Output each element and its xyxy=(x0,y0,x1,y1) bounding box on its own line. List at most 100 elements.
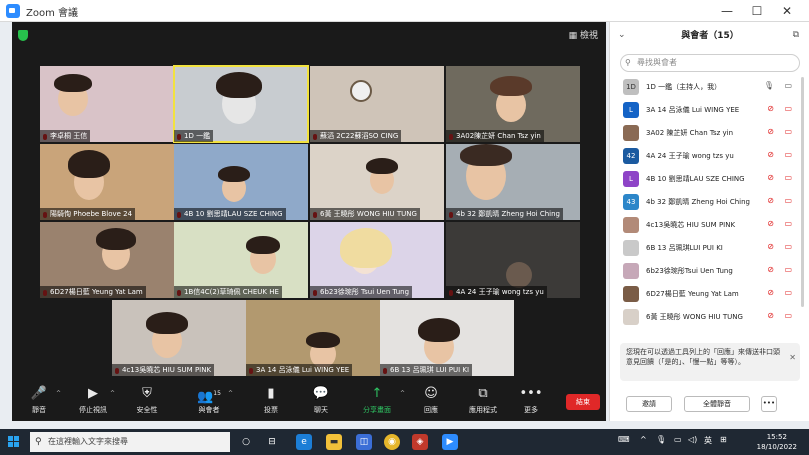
microphone-muted-icon[interactable]: ⊘ xyxy=(767,265,774,274)
close-button[interactable]: ✕ xyxy=(775,2,799,20)
taskbar-search-input[interactable]: ⚲ 在這裡輸入文字來搜尋 xyxy=(30,432,230,452)
microphone-muted-icon[interactable]: ⊘ xyxy=(767,219,774,228)
zoom-logo-icon xyxy=(6,4,20,18)
video-tile[interactable]: 4B 10 劉思靖LAU SZE CHING xyxy=(174,144,308,220)
video-tile[interactable]: 4c13吳曉芯 HIU SUM PINK xyxy=(112,300,246,376)
participant-row[interactable]: 6D27楊日藍 Yeung Yat Lam ⊘ ▭ xyxy=(620,284,796,304)
maximize-button[interactable]: ☐ xyxy=(745,2,769,20)
security-button[interactable]: ⛨ 安全性 xyxy=(124,386,170,419)
keyboard-icon[interactable]: ⌨ xyxy=(618,435,630,444)
microphone-tray-icon[interactable]: 🎙 xyxy=(656,435,666,444)
video-off-icon[interactable]: ▭ xyxy=(784,196,792,205)
media-app-icon[interactable]: ◈ xyxy=(412,434,428,450)
system-clock[interactable]: 15:52 18/10/2022 xyxy=(757,432,797,452)
gallery-view-button[interactable]: ▦ 檢視 xyxy=(569,28,598,41)
participant-row[interactable]: 43 4b 32 鄭凱晴 Zheng Hoi Ching ⊘ ▭ xyxy=(620,192,796,212)
microphone-muted-icon[interactable]: ⊘ xyxy=(767,196,774,205)
video-off-icon[interactable]: ▭ xyxy=(784,173,792,182)
participant-search-input[interactable]: ⚲ 尋找與會者 xyxy=(620,54,800,72)
participants-options-chevron-icon[interactable]: ^ xyxy=(228,390,233,397)
chat-button[interactable]: 💬 聊天 xyxy=(298,386,344,419)
video-tile[interactable]: 1B信4C(2)草琦佩 CHEUK HE xyxy=(174,222,308,298)
encryption-shield-icon[interactable] xyxy=(18,30,28,41)
microphone-muted-icon[interactable]: ⊘ xyxy=(767,288,774,297)
microphone-muted-icon[interactable]: ⊘ xyxy=(767,104,774,113)
video-tile[interactable]: 3A02陳芷妍 Chan Tsz yin xyxy=(446,66,580,142)
video-tile[interactable]: 6D27楊日藍 Yeung Yat Lam xyxy=(40,222,174,298)
invite-button[interactable]: 邀請 xyxy=(626,396,672,412)
microphone-muted-icon[interactable]: ⊘ xyxy=(767,311,774,320)
video-tile[interactable]: 蘇滔 2C22蘇滔SO CING xyxy=(310,66,444,142)
video-tile[interactable]: 6b23徐琬彤 Tsui Uen Tung xyxy=(310,222,444,298)
microphone-muted-icon[interactable]: ⊘ xyxy=(767,173,774,182)
share-screen-button[interactable]: ↑ 分享畫面 xyxy=(354,386,400,419)
store-icon[interactable]: ◫ xyxy=(356,434,372,450)
volume-icon[interactable]: ◁) xyxy=(688,435,697,444)
participant-row[interactable]: 6黃 王曉彤 WONG HIU TUNG ⊘ ▭ xyxy=(620,307,796,327)
avatar: L xyxy=(623,171,639,187)
more-button[interactable]: ••• 更多 xyxy=(508,386,554,419)
participants-button[interactable]: 👥15 與會者 xyxy=(186,386,232,419)
video-tile-active-speaker[interactable]: 1D 一鑑 xyxy=(173,65,309,143)
task-switch-icon[interactable]: ⊟ xyxy=(264,434,280,450)
video-tile[interactable]: 6B 13 呂珮琪 LUI PUI KI xyxy=(380,300,514,376)
zoom-taskbar-icon[interactable]: ▶ xyxy=(442,434,458,450)
participant-row[interactable]: L 3A 14 呂泳儀 Lui WING YEE ⊘ ▭ xyxy=(620,100,796,120)
chat-icon: 💬 xyxy=(312,386,330,401)
participant-row[interactable]: 4c13吳曉芯 HIU SUM PINK ⊘ ▭ xyxy=(620,215,796,235)
video-off-icon[interactable]: ▭ xyxy=(784,127,792,136)
microphone-muted-icon[interactable]: ⊘ xyxy=(767,150,774,159)
participant-row[interactable]: 6b23徐琬彤Tsui Uen Tung ⊘ ▭ xyxy=(620,261,796,281)
polls-button[interactable]: ▮ 投票 xyxy=(248,386,294,419)
participants-scrollbar[interactable] xyxy=(801,77,804,307)
participant-row[interactable]: L 4B 10 劉思靖LAU SZE CHING ⊘ ▭ xyxy=(620,169,796,189)
windows-start-icon[interactable] xyxy=(8,436,20,448)
edge-browser-icon[interactable]: e xyxy=(296,434,312,450)
microphone-muted-icon[interactable]: ⊘ xyxy=(767,242,774,251)
tile-name: 4b 32 鄭凱晴 Zheng Hoi Ching xyxy=(446,208,563,220)
panel-more-button[interactable]: ••• xyxy=(761,396,777,412)
video-off-icon[interactable]: ▭ xyxy=(784,242,792,251)
participant-row[interactable]: 6B 13 呂珮琪LUI PUI KI ⊘ ▭ xyxy=(620,238,796,258)
video-off-icon[interactable]: ▭ xyxy=(784,311,792,320)
gallery-view-label: 檢視 xyxy=(579,31,598,41)
video-tile[interactable]: 4b 32 鄭凱晴 Zheng Hoi Ching xyxy=(446,144,580,220)
video-tile[interactable]: 6黃 王曉彤 WONG HIU TUNG xyxy=(310,144,444,220)
chrome-icon[interactable]: ◉ xyxy=(384,434,400,450)
video-off-icon[interactable]: ▭ xyxy=(784,288,792,297)
apps-button[interactable]: ⧉ 應用程式 xyxy=(460,386,506,419)
reactions-button[interactable]: ☺ 回應 xyxy=(408,386,454,419)
video-off-icon[interactable]: ▭ xyxy=(784,219,792,228)
tray-chevron-icon[interactable]: ^ xyxy=(640,435,647,444)
popout-icon[interactable]: ⧉ xyxy=(793,30,799,40)
file-explorer-icon[interactable]: ▬ xyxy=(326,434,342,450)
audio-options-chevron-icon[interactable]: ^ xyxy=(56,390,61,397)
video-tile[interactable]: 陽騎恂 Phoebe Blove 24 xyxy=(40,144,174,220)
video-off-icon[interactable]: ▭ xyxy=(784,104,792,113)
task-view-icon[interactable]: ○ xyxy=(238,434,254,450)
participant-row[interactable]: 1D 1D 一鑑（主持人，我） 🎙 ▭ xyxy=(620,77,796,97)
minimize-button[interactable]: — xyxy=(715,2,739,20)
input-language[interactable]: 英 xyxy=(704,435,712,446)
tile-name: 4B 10 劉思靖LAU SZE CHING xyxy=(174,208,286,220)
participant-row[interactable]: 3A02 陳芷妍 Chan Tsz yin ⊘ ▭ xyxy=(620,123,796,143)
video-tile[interactable]: 3A 14 呂泳儀 Lui WING YEE xyxy=(246,300,380,376)
mute-all-button[interactable]: 全體靜音 xyxy=(684,396,750,412)
windows-taskbar: ⚲ 在這裡輸入文字來搜尋 ○ ⊟ e ▬ ◫ ◉ ◈ ▶ ⌨ ^ 🎙 ▭ ◁) … xyxy=(0,429,809,455)
participant-row[interactable]: 42 4A 24 王子瑜 wong tzs yu ⊘ ▭ xyxy=(620,146,796,166)
ime-icon[interactable]: ⊞ xyxy=(720,435,727,444)
video-tile[interactable]: 4A 24 王子瑜 wong tzs yu xyxy=(446,222,580,298)
video-camera-icon[interactable]: ▭ xyxy=(784,81,792,90)
participant-name: 6黃 王曉彤 WONG HIU TUNG xyxy=(646,313,743,321)
video-off-icon[interactable]: ▭ xyxy=(784,265,792,274)
microphone-icon[interactable]: 🎙 xyxy=(764,81,774,90)
end-meeting-button[interactable]: 結束 xyxy=(566,394,600,410)
network-icon[interactable]: ▭ xyxy=(674,435,682,444)
participant-name: 6D27楊日藍 Yeung Yat Lam xyxy=(646,290,739,298)
video-options-chevron-icon[interactable]: ^ xyxy=(110,390,115,397)
microphone-muted-icon[interactable]: ⊘ xyxy=(767,127,774,136)
video-off-icon[interactable]: ▭ xyxy=(784,150,792,159)
close-tip-icon[interactable]: ✕ xyxy=(789,353,796,363)
share-options-chevron-icon[interactable]: ^ xyxy=(400,390,405,397)
video-tile[interactable]: 李卓桐 王信 xyxy=(40,66,174,142)
